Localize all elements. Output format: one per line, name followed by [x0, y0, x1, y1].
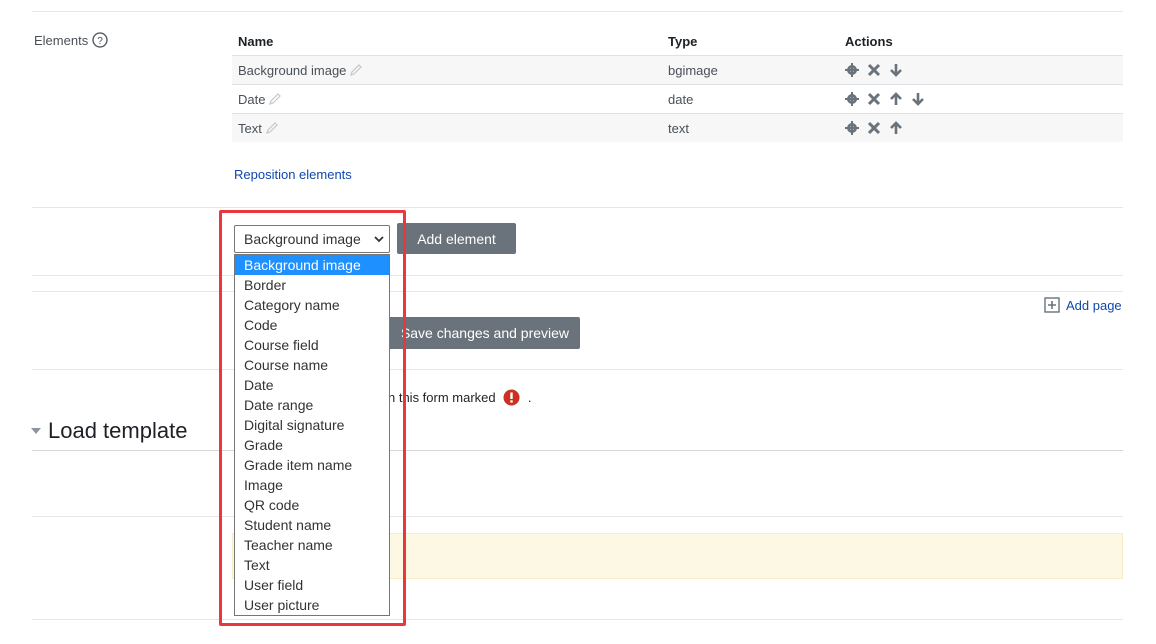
reposition-elements-link[interactable]: Reposition elements — [234, 167, 352, 182]
arrow-down-icon[interactable] — [888, 62, 904, 78]
delete-icon[interactable] — [866, 120, 882, 136]
add-page-icon — [1044, 297, 1060, 313]
edit-pencil-icon[interactable] — [265, 121, 279, 135]
table-row: Date date — [232, 84, 1123, 113]
table-row: Text text — [232, 113, 1123, 142]
col-header-name: Name — [238, 34, 274, 49]
elements-label: Elements — [34, 33, 89, 48]
svg-text:?: ? — [97, 36, 103, 47]
edit-pencil-icon[interactable] — [349, 63, 363, 77]
collapse-caret-icon[interactable] — [30, 425, 42, 437]
edit-pencil-icon[interactable] — [268, 92, 282, 106]
delete-icon[interactable] — [866, 91, 882, 107]
row-actions — [844, 91, 926, 107]
element-name: Background image — [238, 63, 347, 78]
help-icon[interactable]: ? — [92, 32, 108, 48]
table-row: Background image bgimage — [232, 55, 1123, 84]
divider — [32, 450, 1123, 451]
divider — [32, 516, 1123, 517]
add-element-button[interactable]: Add element — [397, 223, 516, 254]
element-type: date — [668, 92, 694, 107]
divider — [32, 291, 1123, 292]
add-page-link-wrap[interactable]: Add page — [1044, 297, 1122, 313]
gear-icon[interactable] — [844, 91, 860, 107]
element-name: Date — [238, 92, 266, 107]
arrow-up-icon[interactable] — [888, 120, 904, 136]
required-fields-note: n this form marked . — [388, 389, 532, 406]
arrow-up-icon[interactable] — [888, 91, 904, 107]
delete-icon[interactable] — [866, 62, 882, 78]
divider — [32, 207, 1123, 208]
divider-top — [32, 11, 1123, 12]
element-name-cell: Date — [238, 92, 282, 107]
required-note-suffix: . — [527, 390, 532, 405]
col-header-type: Type — [668, 34, 698, 49]
add-page-link[interactable]: Add page — [1066, 298, 1122, 313]
element-type: text — [668, 121, 689, 136]
load-template-title: Load template — [48, 418, 188, 443]
gear-icon[interactable] — [844, 120, 860, 136]
element-type: bgimage — [668, 63, 718, 78]
gear-icon[interactable] — [844, 62, 860, 78]
save-changes-preview-label: Save changes and preview — [400, 325, 570, 341]
row-actions — [844, 62, 904, 78]
required-icon — [503, 389, 520, 406]
divider — [32, 275, 1123, 276]
col-header-actions: Actions — [845, 34, 893, 49]
elements-label-wrap: Elements ? — [34, 32, 108, 48]
divider — [32, 369, 1123, 370]
arrow-down-icon[interactable] — [910, 91, 926, 107]
load-template-header[interactable]: Load template — [30, 418, 187, 444]
divider — [32, 619, 1123, 620]
annotation-highlight-box — [219, 210, 406, 626]
element-name-cell: Background image — [238, 63, 363, 78]
element-name-cell: Text — [238, 121, 279, 136]
row-actions — [844, 120, 904, 136]
element-name: Text — [238, 121, 262, 136]
